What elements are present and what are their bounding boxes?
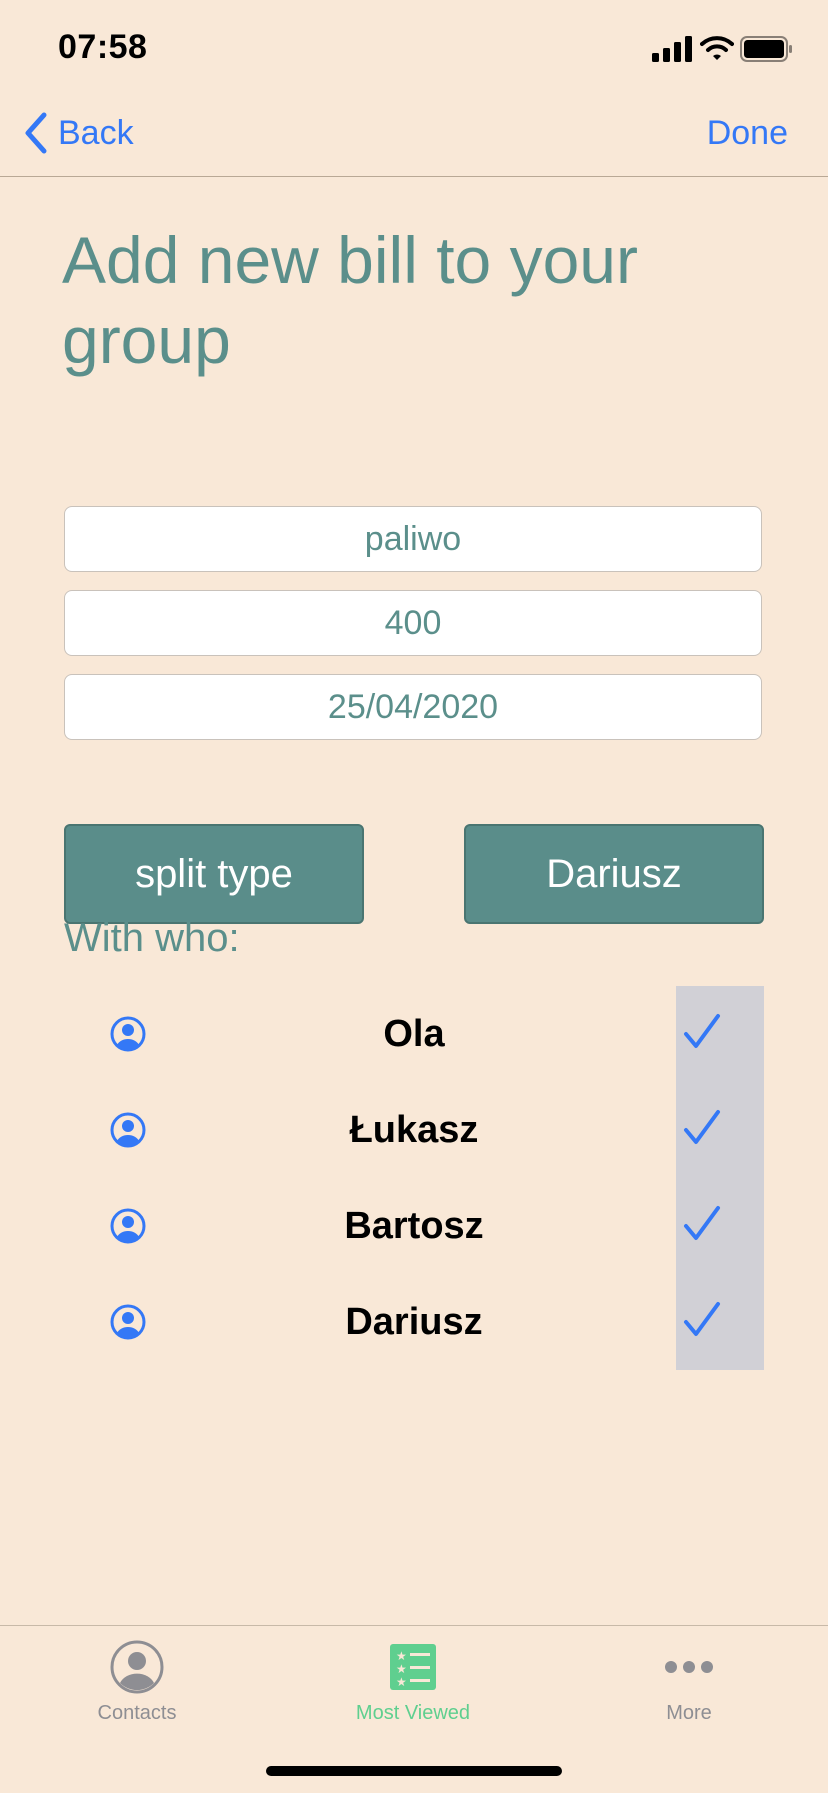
person-row-lukasz[interactable]: Łukasz (64, 1082, 764, 1178)
checkmark-icon[interactable] (682, 1012, 722, 1052)
svg-text:★: ★ (396, 1675, 407, 1689)
person-circle-icon (110, 1016, 146, 1052)
amount-field[interactable]: 400 (64, 590, 762, 656)
status-bar: 07:58 (0, 0, 828, 100)
more-dots-icon (665, 1661, 713, 1673)
tab-contacts[interactable]: Contacts (37, 1640, 237, 1740)
person-circle-icon (110, 1112, 146, 1148)
split-type-button[interactable]: split type (64, 824, 364, 924)
checkmark-icon[interactable] (682, 1204, 722, 1244)
status-time: 07:58 (58, 28, 148, 66)
person-circle-icon (110, 1304, 146, 1340)
done-button[interactable]: Done (707, 108, 788, 158)
svg-text:★: ★ (396, 1649, 407, 1663)
battery-icon (740, 36, 792, 62)
chevron-left-icon (25, 112, 47, 154)
person-row-dariusz[interactable]: Dariusz (64, 1274, 764, 1370)
wifi-icon (700, 36, 734, 60)
checkmark-icon[interactable] (682, 1300, 722, 1340)
person-name: Ola (383, 1012, 445, 1055)
checkmark-icon[interactable] (682, 1108, 722, 1148)
back-button-label: Back (58, 113, 134, 152)
tab-label: Most Viewed (355, 1702, 471, 1724)
person-name: Bartosz (344, 1204, 484, 1247)
svg-text:★: ★ (396, 1662, 407, 1676)
tab-label: More (666, 1702, 712, 1724)
with-who-label: With who: (64, 916, 240, 960)
payer-button[interactable]: Dariusz (464, 824, 764, 924)
person-name: Łukasz (349, 1108, 479, 1151)
person-row-ola[interactable]: Ola (64, 986, 764, 1082)
list-stars-icon: ★ ★ ★ (390, 1644, 436, 1690)
page-title: Add new bill to your group (62, 223, 638, 377)
date-field[interactable]: 25/04/2020 (64, 674, 762, 740)
signal-icon (652, 36, 692, 62)
person-name: Dariusz (345, 1300, 483, 1343)
tab-label: Contacts (97, 1702, 177, 1724)
tab-more[interactable]: More (589, 1640, 789, 1740)
tab-most-viewed[interactable]: ★ ★ ★ Most Viewed (313, 1640, 513, 1740)
home-indicator (266, 1766, 562, 1776)
person-circle-icon (110, 1208, 146, 1244)
back-button[interactable]: Back (22, 108, 134, 158)
person-circle-icon (110, 1640, 164, 1694)
person-row-bartosz[interactable]: Bartosz (64, 1178, 764, 1274)
navigation-bar: Back Done (0, 100, 828, 177)
bill-name-field[interactable]: paliwo (64, 506, 762, 572)
